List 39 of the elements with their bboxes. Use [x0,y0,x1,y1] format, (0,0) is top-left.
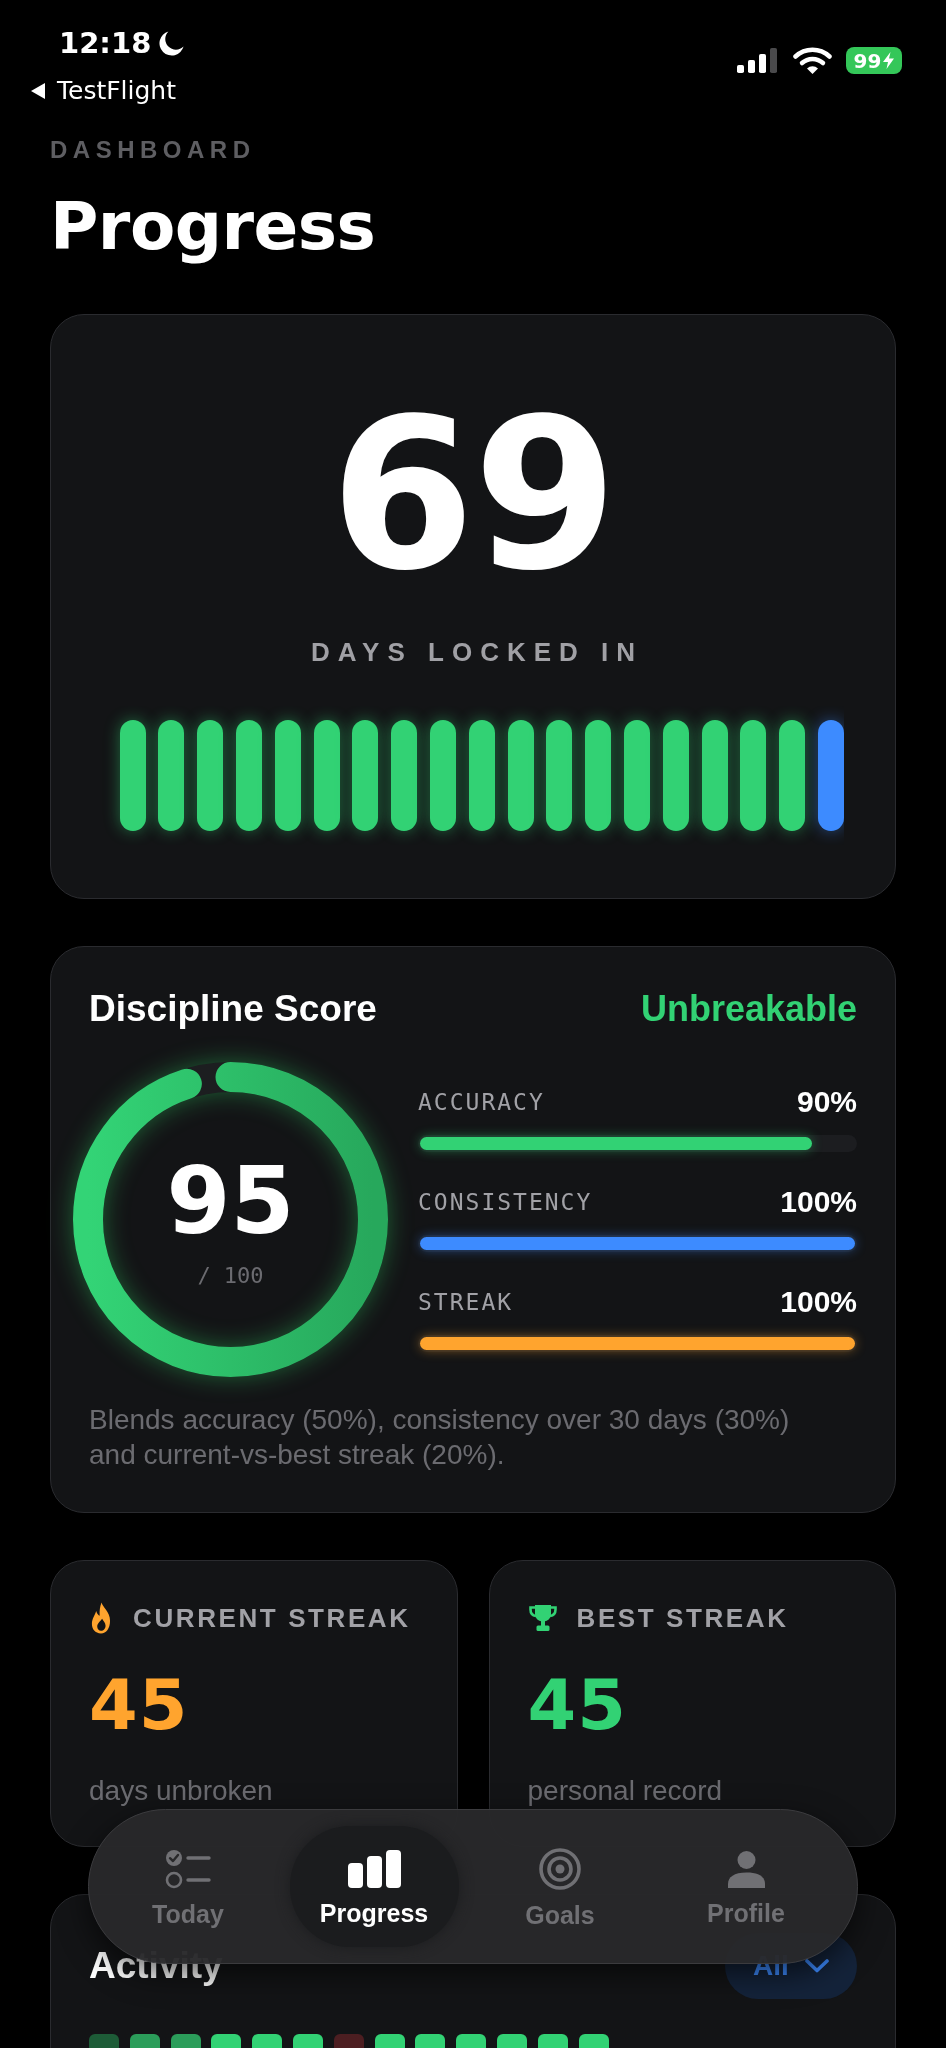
tab[interactable]: Goals [475,1826,645,1947]
bar-chart-icon [347,1850,401,1888]
section-eyebrow: DASHBOARD [50,136,257,164]
day-count-label: DAYS LOCKED IN [309,637,644,668]
wifi-icon [793,47,832,74]
checklist-icon [165,1849,211,1889]
metric-label: ACCURACY [418,1088,545,1118]
back-triangle-icon [31,83,45,99]
score-note: Blends accuracy (50%), consistency over 30 days (30%) and current-vs-best streak (20%). [89,1403,791,1472]
metric-value: 100% [780,1287,857,1318]
score-rating: Unbreakable [640,987,857,1031]
streak-label: BEST STREAK [576,1603,789,1633]
day-count: 69 [330,391,616,599]
status-time: 12:18 [59,27,152,59]
card-title: Activity [89,1944,223,1988]
page-title: Progress [50,187,377,267]
streak-value: 45 [89,1665,190,1745]
person-icon [727,1850,765,1888]
score-value: 95 [166,1153,295,1250]
tab[interactable]: Progress [289,1826,459,1947]
signal-icon [737,48,779,73]
metric-label: STREAK [418,1288,514,1318]
metric-value: 100% [780,1187,857,1218]
battery-percent: 99 [853,49,882,72]
chevron-down-icon [804,1959,829,1973]
streak-caption: days unbroken [89,1774,274,1808]
metric-label: CONSISTENCY [418,1188,593,1218]
bolt-icon [883,52,895,69]
streak-label: CURRENT STREAK [133,1603,411,1633]
metric-value: 90% [796,1087,857,1118]
score-scale: / 100 [197,1261,264,1290]
back-link[interactable]: TestFlight [31,77,186,105]
moon-icon [159,30,186,56]
streak-caption: personal record [527,1774,724,1808]
trophy-icon [527,1602,558,1634]
streak-value: 45 [527,1665,628,1745]
card-title: Discipline Score [89,987,377,1031]
target-icon [539,1848,581,1890]
tab[interactable]: Today [103,1826,273,1947]
